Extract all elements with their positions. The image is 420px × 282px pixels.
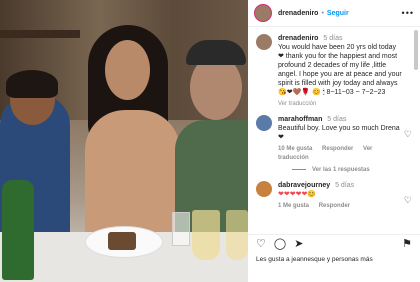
like-comment-heart-icon[interactable]: ♡ [404, 129, 412, 140]
comment-text: Beautiful boy. Love you so much Drena ❤ [278, 125, 400, 141]
photo-cake [108, 232, 136, 250]
header-username[interactable]: drenadeniro [278, 10, 318, 17]
reply-button[interactable]: Responder [322, 146, 353, 152]
scrollbar[interactable] [414, 30, 418, 70]
avatar[interactable] [256, 34, 272, 50]
follow-button[interactable]: Seguir [327, 10, 349, 17]
post-side-panel: drenadeniro • Seguir ••• drenadeniro 5 d… [248, 0, 420, 282]
comment: marahoffman 5 días Beautiful boy. Love y… [256, 115, 412, 163]
caption: drenadeniro 5 días You would have been 2… [256, 34, 412, 109]
photo-shelf [0, 30, 80, 38]
heart-icon[interactable]: ♡ [256, 237, 266, 250]
view-replies-link[interactable]: Ver las 1 respuestas [292, 167, 412, 173]
comment-time: 5 días [335, 182, 355, 189]
comment-likes[interactable]: 10 Me gusta [278, 146, 312, 152]
photo-woman-face [105, 40, 150, 100]
comment: dabravejourney 5 días ❤❤❤❤❤😊 1 Me gusta … [256, 181, 412, 211]
post-header: drenadeniro • Seguir ••• [248, 0, 420, 27]
post-photo[interactable] [0, 0, 248, 282]
avatar[interactable] [256, 181, 272, 197]
photo-glass [172, 212, 190, 246]
comment-time: 5 días [323, 35, 343, 42]
comment-likes[interactable]: 1 Me gusta [278, 203, 309, 209]
photo-wine-glass [226, 210, 248, 260]
avatar[interactable] [254, 4, 272, 22]
comment-icon[interactable]: ◯ [274, 237, 286, 250]
share-icon[interactable]: ➤ [294, 237, 303, 250]
comment-username[interactable]: dabravejourney [278, 182, 330, 189]
reply-button[interactable]: Responder [319, 203, 350, 209]
avatar[interactable] [256, 115, 272, 131]
comment-username[interactable]: marahoffman [278, 116, 322, 123]
like-comment-heart-icon[interactable]: ♡ [404, 195, 412, 206]
comment-time: 5 días [327, 116, 347, 123]
photo-man-cap [186, 40, 246, 65]
likes-summary[interactable]: Les gusta a jeannesque y personas más [256, 256, 373, 263]
bookmark-icon[interactable]: ⚑ [402, 237, 412, 250]
comment-text: ❤❤❤❤❤😊 [278, 191, 317, 198]
comments-list: drenadeniro 5 días You would have been 2… [248, 28, 412, 234]
photo-wine-glass [192, 210, 220, 260]
photo-bottle [2, 180, 34, 280]
comment-username[interactable]: drenadeniro [278, 35, 318, 42]
photo-boy-hair [6, 70, 58, 98]
more-options-icon[interactable]: ••• [402, 8, 414, 18]
separator-dot: • [321, 9, 324, 17]
comment-text: You would have been 20 yrs old today ❤ t… [278, 44, 402, 96]
action-bar: ♡ ◯ ➤ [248, 234, 420, 252]
see-translation-link[interactable]: Ver traducción [278, 100, 403, 109]
